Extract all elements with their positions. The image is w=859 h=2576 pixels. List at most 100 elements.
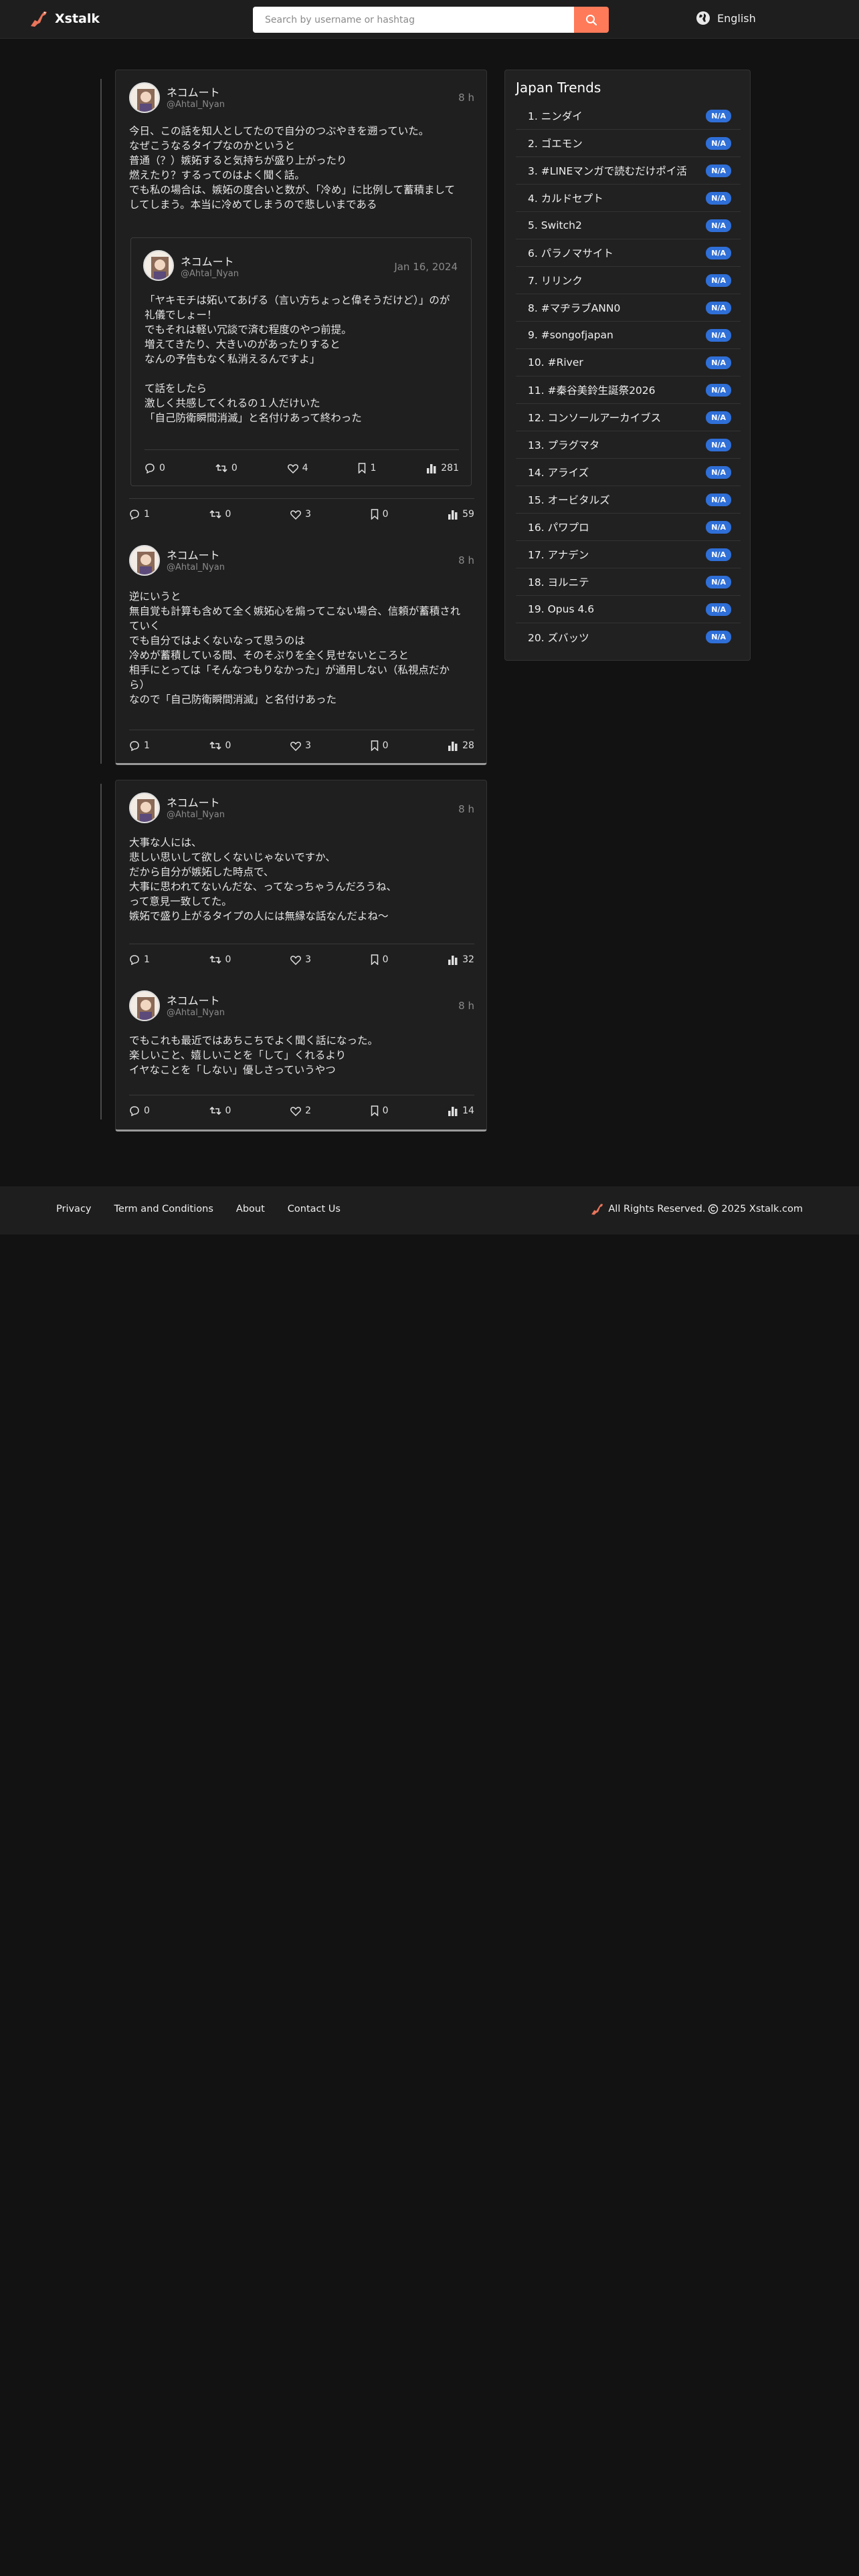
- trend-label: 3. #LINEマンガで読むだけポイ活: [528, 165, 687, 177]
- trend-item[interactable]: 4. カルドセプト N/A: [516, 185, 741, 212]
- trend-item[interactable]: 5. Switch2 N/A: [516, 212, 741, 239]
- post-actions: 0 0 2 0 14: [129, 1105, 474, 1116]
- reply-button[interactable]: 0: [129, 1105, 150, 1116]
- post-time: Jan 16, 2024: [394, 261, 458, 273]
- like-count: 3: [305, 740, 311, 751]
- footer-link-terms[interactable]: Term and Conditions: [114, 1204, 213, 1214]
- view-count: 14: [462, 1105, 474, 1116]
- trend-label: 20. ズバッツ: [528, 631, 589, 644]
- language-selector[interactable]: English: [696, 11, 756, 25]
- trend-item[interactable]: 3. #LINEマンガで読むだけポイ活 N/A: [516, 157, 741, 185]
- bookmark-button[interactable]: 0: [371, 954, 389, 965]
- post[interactable]: ネコムート @Ahtal_Nyan 8 h 今日、この話を知人としてたので自分の…: [116, 70, 488, 532]
- trend-badge: N/A: [706, 246, 731, 259]
- globe-icon: [696, 11, 710, 25]
- trend-label: 7. リリンク: [528, 275, 583, 287]
- like-button[interactable]: 4: [287, 463, 308, 473]
- trend-item[interactable]: 18. ヨルニテ N/A: [516, 568, 741, 596]
- trend-item[interactable]: 1. ニンダイ N/A: [516, 102, 741, 130]
- trend-item[interactable]: 11. #秦谷美鈴生誕祭2026 N/A: [516, 377, 741, 404]
- logo[interactable]: Xstalk: [28, 9, 100, 28]
- view-count: 281: [441, 463, 459, 473]
- trend-item[interactable]: 7. リリンク N/A: [516, 267, 741, 294]
- search-input[interactable]: [253, 7, 574, 33]
- trend-item[interactable]: 8. #マヂラブANN0 N/A: [516, 294, 741, 322]
- footer-link-contact[interactable]: Contact Us: [288, 1204, 341, 1214]
- repost-button[interactable]: 0: [215, 463, 237, 473]
- bar-chart-icon: [427, 463, 436, 473]
- trend-badge: N/A: [706, 520, 731, 534]
- trend-label: 9. #songofjapan: [528, 329, 613, 341]
- footer-link-privacy[interactable]: Privacy: [56, 1204, 92, 1214]
- like-button[interactable]: 3: [290, 509, 311, 520]
- reply-button[interactable]: 0: [145, 463, 165, 473]
- bookmark-button[interactable]: 0: [371, 1105, 389, 1116]
- like-button[interactable]: 2: [290, 1105, 311, 1116]
- bookmark-count: 0: [382, 509, 389, 520]
- logo-text: Xstalk: [55, 11, 100, 26]
- trend-item[interactable]: 12. コンソールアーカイブス N/A: [516, 404, 741, 431]
- repost-icon: [209, 1106, 221, 1115]
- user-name[interactable]: ネコムート: [167, 992, 220, 1008]
- trend-label: 17. アナデン: [528, 549, 589, 561]
- repost-count: 0: [225, 954, 231, 965]
- bookmark-button[interactable]: 0: [371, 740, 389, 751]
- bookmark-icon: [371, 740, 378, 751]
- bookmark-button[interactable]: 1: [358, 463, 376, 473]
- reply-count: 0: [159, 463, 165, 473]
- trend-item[interactable]: 10. #River N/A: [516, 349, 741, 377]
- reply-button[interactable]: 1: [129, 740, 150, 751]
- trend-item[interactable]: 19. Opus 4.6 N/A: [516, 596, 741, 623]
- user-handle[interactable]: @Ahtal_Nyan: [167, 810, 225, 820]
- trend-item[interactable]: 20. ズバッツ N/A: [516, 623, 741, 651]
- user-handle[interactable]: @Ahtal_Nyan: [167, 1008, 225, 1018]
- trend-item[interactable]: 6. パラノマサイト N/A: [516, 239, 741, 267]
- search-button[interactable]: [574, 7, 609, 33]
- user-name[interactable]: ネコムート: [181, 253, 234, 269]
- repost-icon: [209, 510, 221, 519]
- post[interactable]: ネコムート @Ahtal_Nyan 8 h 大事な人には、 悲しい思いして欲しく…: [116, 780, 488, 973]
- post-time: 8 h: [458, 554, 474, 566]
- avatar[interactable]: [143, 250, 174, 281]
- trend-item[interactable]: 2. ゴエモン N/A: [516, 130, 741, 157]
- trend-item[interactable]: 17. アナデン N/A: [516, 541, 741, 568]
- avatar[interactable]: [129, 990, 160, 1021]
- repost-button[interactable]: 0: [209, 954, 231, 965]
- user-name[interactable]: ネコムート: [167, 794, 220, 810]
- post[interactable]: ネコムート @Ahtal_Nyan 8 h 逆にいうと 無自覚も計算も含めて全く…: [116, 538, 488, 766]
- user-handle[interactable]: @Ahtal_Nyan: [167, 100, 225, 110]
- avatar[interactable]: [129, 82, 160, 113]
- trend-badge: N/A: [706, 465, 731, 479]
- user-handle[interactable]: @Ahtal_Nyan: [167, 562, 225, 572]
- like-button[interactable]: 3: [290, 954, 311, 965]
- trend-item[interactable]: 15. オービタルズ N/A: [516, 486, 741, 514]
- user-handle[interactable]: @Ahtal_Nyan: [181, 269, 239, 279]
- trend-item[interactable]: 13. プラグマタ N/A: [516, 431, 741, 459]
- dinosaur-logo-icon: [31, 11, 47, 27]
- post-actions: 1 0 3 0 28: [129, 740, 474, 751]
- reply-button[interactable]: 1: [129, 954, 150, 965]
- user-name[interactable]: ネコムート: [167, 84, 220, 100]
- trend-item[interactable]: 16. パワプロ N/A: [516, 514, 741, 541]
- repost-button[interactable]: 0: [209, 1105, 231, 1116]
- reply-count: 1: [144, 509, 150, 520]
- trend-item[interactable]: 14. アライズ N/A: [516, 459, 741, 486]
- like-button[interactable]: 3: [290, 740, 311, 751]
- repost-button[interactable]: 0: [209, 509, 231, 520]
- bookmark-count: 0: [382, 954, 389, 965]
- bookmark-icon: [371, 1105, 378, 1116]
- post[interactable]: ネコムート @Ahtal_Nyan 8 h でもこれも最近ではあちこちでよく聞く…: [116, 981, 488, 1132]
- trend-item[interactable]: 9. #songofjapan N/A: [516, 322, 741, 349]
- bookmark-button[interactable]: 0: [371, 509, 389, 520]
- footer-link-about[interactable]: About: [236, 1204, 265, 1214]
- avatar[interactable]: [129, 545, 160, 576]
- user-name[interactable]: ネコムート: [167, 546, 220, 562]
- avatar[interactable]: [129, 792, 160, 823]
- divider: [145, 449, 459, 450]
- repost-count: 0: [225, 740, 231, 751]
- quoted-post[interactable]: ネコムート @Ahtal_Nyan Jan 16, 2024 「ヤキモチは妬いて…: [130, 237, 472, 486]
- repost-button[interactable]: 0: [209, 740, 231, 751]
- trend-badge: N/A: [706, 438, 731, 451]
- top-navbar: Xstalk English: [0, 0, 859, 39]
- reply-button[interactable]: 1: [129, 509, 150, 520]
